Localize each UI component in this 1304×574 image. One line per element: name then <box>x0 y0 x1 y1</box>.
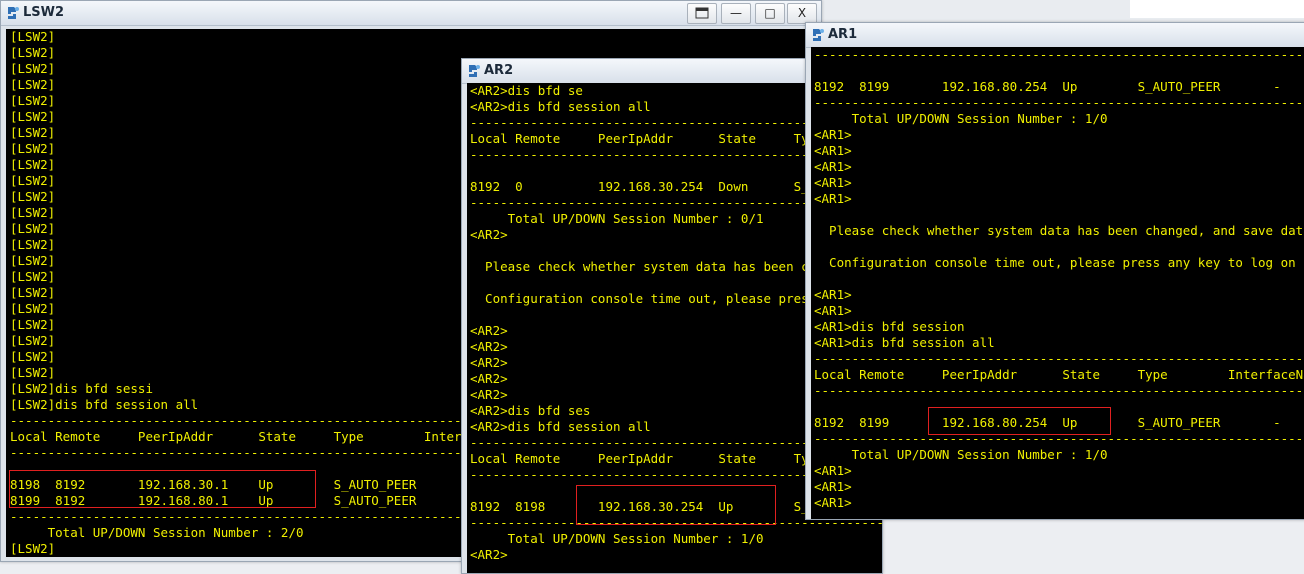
minimize-button[interactable]: — <box>721 3 751 24</box>
ar1-terminal-line: ----------------------------------------… <box>814 47 1304 62</box>
ar1-terminal-line: <AR1>dis bfd session all <box>814 335 995 350</box>
ar1-terminal-line: <AR1>dis bfd session <box>814 319 965 334</box>
ensp-device-icon <box>466 63 482 79</box>
ar2-terminal-line: <AR2> <box>470 547 508 562</box>
ar1-titlebar[interactable]: AR1 <box>806 23 1304 48</box>
ar1-terminal-line: Please check whether system data has bee… <box>829 223 1304 238</box>
lsw2-terminal-line: [LSW2] <box>10 29 56 44</box>
ensp-device-icon <box>5 5 21 21</box>
ar1-terminal-line: <AR1> <box>814 143 852 158</box>
ar1-terminal-line <box>814 207 1304 223</box>
ar1-terminal-line: Configuration console time out, please p… <box>814 255 1296 270</box>
ensp-device-icon <box>810 27 826 43</box>
ar1-terminal-line: Local Remote PeerIpAddr State Type Inter… <box>814 367 1304 382</box>
ar1-terminal-line: <AR1> <box>814 175 852 190</box>
ar1-terminal-line: ----------------------------------------… <box>814 383 1304 398</box>
ar2-terminal-line: Total UP/DOWN Session Number : 1/0 <box>470 531 764 546</box>
ar1-terminal-line: <AR1> <box>814 303 852 318</box>
ar1-window-title: AR1 <box>828 27 858 42</box>
ar1-terminal-line: <AR1> <box>814 287 852 302</box>
ar1-terminal-line <box>814 271 1304 287</box>
ar1-terminal-line: <AR1> <box>814 127 852 142</box>
ar1-terminal-line: ----------------------------------------… <box>814 351 1304 366</box>
restore-icon <box>695 7 709 22</box>
desktop-blank-area <box>1130 0 1304 18</box>
ar1-terminal-line: <AR1> <box>814 159 852 174</box>
restore-button[interactable] <box>687 3 717 24</box>
ar1-terminal-line: <AR1> <box>814 479 852 494</box>
ar1-terminal-line <box>814 63 1304 79</box>
ar1-terminal-line: 8192 8199 192.168.80.254 Up S_AUTO_PEER … <box>814 79 1281 94</box>
lsw2-session-highlight <box>9 470 316 508</box>
ar1-session-highlight <box>928 407 1111 435</box>
ar1-terminal-line: Total UP/DOWN Session Number : 1/0 <box>814 111 1108 126</box>
lsw2-window-title: LSW2 <box>23 5 65 20</box>
close-button[interactable]: X <box>787 3 817 24</box>
ar1-terminal-line: <AR1> <box>814 495 852 510</box>
ar1-terminal-line: <AR1> <box>814 191 852 206</box>
ar1-console-window[interactable]: AR1 ------------------------------------… <box>805 22 1304 520</box>
ar2-window-title: AR2 <box>484 63 514 78</box>
maximize-icon: □ <box>764 6 776 20</box>
ar1-terminal-line: <AR1> <box>814 463 852 478</box>
lsw2-titlebar[interactable]: LSW2 — □ X <box>1 1 821 26</box>
ar1-terminal-line: Total UP/DOWN Session Number : 1/0 <box>814 447 1108 462</box>
close-icon: X <box>797 6 807 20</box>
maximize-button[interactable]: □ <box>755 3 785 24</box>
ar1-terminal[interactable]: ----------------------------------------… <box>811 47 1304 519</box>
ar1-terminal-line <box>814 239 1304 255</box>
ar1-terminal-line: ----------------------------------------… <box>814 95 1304 110</box>
ar2-session-highlight <box>576 485 776 525</box>
minimize-icon: — <box>730 6 742 20</box>
